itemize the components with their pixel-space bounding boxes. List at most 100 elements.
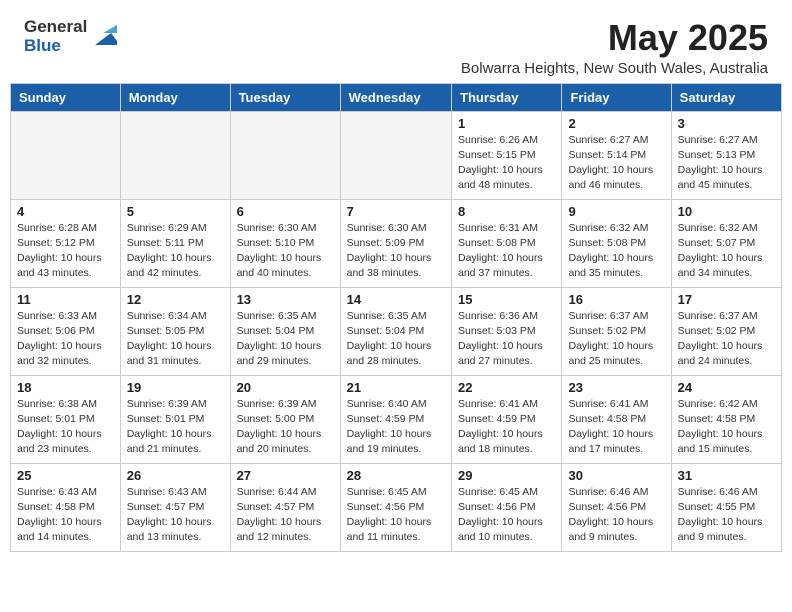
logo-blue-text: Blue xyxy=(24,37,87,56)
calendar-day-cell: 30 Sunrise: 6:46 AMSunset: 4:56 PMDayligh… xyxy=(562,463,671,551)
calendar-day-cell: 26 Sunrise: 6:43 AMSunset: 4:57 PMDayligh… xyxy=(120,463,230,551)
day-number: 22 xyxy=(458,380,555,395)
day-info: Sunrise: 6:39 AMSunset: 5:00 PMDaylight:… xyxy=(237,397,334,458)
day-number: 16 xyxy=(568,292,664,307)
calendar-week-row: 25 Sunrise: 6:43 AMSunset: 4:58 PMDayligh… xyxy=(11,463,782,551)
day-info: Sunrise: 6:46 AMSunset: 4:56 PMDaylight:… xyxy=(568,485,664,546)
day-info: Sunrise: 6:28 AMSunset: 5:12 PMDaylight:… xyxy=(17,221,114,282)
calendar-day-cell: 8 Sunrise: 6:31 AMSunset: 5:08 PMDaylight… xyxy=(452,199,562,287)
day-of-week-header: Tuesday xyxy=(230,83,340,111)
calendar-week-row: 1Sunrise: 6:26 AMSunset: 5:15 PMDaylight… xyxy=(11,111,782,199)
day-info: Sunrise: 6:43 AMSunset: 4:58 PMDaylight:… xyxy=(17,485,114,546)
day-number: 17 xyxy=(678,292,775,307)
day-of-week-header: Thursday xyxy=(452,83,562,111)
calendar-day-cell: 13 Sunrise: 6:35 AMSunset: 5:04 PMDayligh… xyxy=(230,287,340,375)
calendar-day-cell: 29 Sunrise: 6:45 AMSunset: 4:56 PMDayligh… xyxy=(452,463,562,551)
day-number: 7 xyxy=(347,204,445,219)
day-info: Sunrise: 6:42 AMSunset: 4:58 PMDaylight:… xyxy=(678,397,775,458)
calendar-week-row: 18 Sunrise: 6:38 AMSunset: 5:01 PMDayligh… xyxy=(11,375,782,463)
calendar-day-cell: 3 Sunrise: 6:27 AMSunset: 5:13 PMDaylight… xyxy=(671,111,781,199)
calendar-day-cell: 11Sunrise: 6:33 AMSunset: 5:06 PMDayligh… xyxy=(11,287,121,375)
day-info: Sunrise: 6:27 AMSunset: 5:14 PMDaylight:… xyxy=(568,133,664,194)
calendar-wrapper: SundayMondayTuesdayWednesdayThursdayFrid… xyxy=(0,83,792,562)
day-info: Sunrise: 6:35 AMSunset: 5:04 PMDaylight:… xyxy=(347,309,445,370)
day-number: 30 xyxy=(568,468,664,483)
day-number: 5 xyxy=(127,204,224,219)
day-number: 3 xyxy=(678,116,775,131)
calendar-day-cell: 14 Sunrise: 6:35 AMSunset: 5:04 PMDayligh… xyxy=(340,287,451,375)
logo-general-text: General xyxy=(24,18,87,37)
calendar-day-cell xyxy=(120,111,230,199)
day-info: Sunrise: 6:44 AMSunset: 4:57 PMDaylight:… xyxy=(237,485,334,546)
calendar-day-cell: 6Sunrise: 6:30 AMSunset: 5:10 PMDaylight… xyxy=(230,199,340,287)
day-of-week-header: Saturday xyxy=(671,83,781,111)
calendar-day-cell: 23 Sunrise: 6:41 AMSunset: 4:58 PMDayligh… xyxy=(562,375,671,463)
calendar-day-cell: 25 Sunrise: 6:43 AMSunset: 4:58 PMDayligh… xyxy=(11,463,121,551)
day-info: Sunrise: 6:46 AMSunset: 4:55 PMDaylight:… xyxy=(678,485,775,546)
day-info: Sunrise: 6:32 AMSunset: 5:07 PMDaylight:… xyxy=(678,221,775,282)
day-info: Sunrise: 6:32 AMSunset: 5:08 PMDaylight:… xyxy=(568,221,664,282)
day-number: 12 xyxy=(127,292,224,307)
calendar-day-cell: 9 Sunrise: 6:32 AMSunset: 5:08 PMDaylight… xyxy=(562,199,671,287)
day-number: 4 xyxy=(17,204,114,219)
calendar-day-cell: 24Sunrise: 6:42 AMSunset: 4:58 PMDayligh… xyxy=(671,375,781,463)
day-number: 11 xyxy=(17,292,114,307)
month-year: May 2025 xyxy=(461,18,768,58)
calendar-day-cell: 5 Sunrise: 6:29 AMSunset: 5:11 PMDaylight… xyxy=(120,199,230,287)
day-info: Sunrise: 6:37 AMSunset: 5:02 PMDaylight:… xyxy=(678,309,775,370)
day-info: Sunrise: 6:43 AMSunset: 4:57 PMDaylight:… xyxy=(127,485,224,546)
calendar-day-cell: 28Sunrise: 6:45 AMSunset: 4:56 PMDayligh… xyxy=(340,463,451,551)
day-info: Sunrise: 6:41 AMSunset: 4:58 PMDaylight:… xyxy=(568,397,664,458)
calendar-week-row: 4 Sunrise: 6:28 AMSunset: 5:12 PMDaylight… xyxy=(11,199,782,287)
day-number: 2 xyxy=(568,116,664,131)
day-number: 19 xyxy=(127,380,224,395)
calendar-day-cell xyxy=(11,111,121,199)
calendar-day-cell: 10 Sunrise: 6:32 AMSunset: 5:07 PMDayligh… xyxy=(671,199,781,287)
day-number: 26 xyxy=(127,468,224,483)
day-info: Sunrise: 6:29 AMSunset: 5:11 PMDaylight:… xyxy=(127,221,224,282)
day-number: 20 xyxy=(237,380,334,395)
day-number: 27 xyxy=(237,468,334,483)
page-header: General Blue May 2025 Bolwarra Heights, … xyxy=(0,0,792,83)
day-info: Sunrise: 6:30 AMSunset: 5:09 PMDaylight:… xyxy=(347,221,445,282)
day-info: Sunrise: 6:45 AMSunset: 4:56 PMDaylight:… xyxy=(458,485,555,546)
day-number: 9 xyxy=(568,204,664,219)
day-info: Sunrise: 6:40 AMSunset: 4:59 PMDaylight:… xyxy=(347,397,445,458)
day-number: 25 xyxy=(17,468,114,483)
day-of-week-header: Friday xyxy=(562,83,671,111)
day-info: Sunrise: 6:30 AMSunset: 5:10 PMDaylight:… xyxy=(237,221,334,282)
day-number: 15 xyxy=(458,292,555,307)
day-of-week-header: Sunday xyxy=(11,83,121,111)
calendar-day-cell: 20 Sunrise: 6:39 AMSunset: 5:00 PMDayligh… xyxy=(230,375,340,463)
day-number: 10 xyxy=(678,204,775,219)
calendar-day-cell: 16Sunrise: 6:37 AMSunset: 5:02 PMDayligh… xyxy=(562,287,671,375)
day-info: Sunrise: 6:34 AMSunset: 5:05 PMDaylight:… xyxy=(127,309,224,370)
day-number: 1 xyxy=(458,116,555,131)
calendar-day-cell: 27 Sunrise: 6:44 AMSunset: 4:57 PMDayligh… xyxy=(230,463,340,551)
day-info: Sunrise: 6:39 AMSunset: 5:01 PMDaylight:… xyxy=(127,397,224,458)
day-info: Sunrise: 6:27 AMSunset: 5:13 PMDaylight:… xyxy=(678,133,775,194)
day-number: 13 xyxy=(237,292,334,307)
logo: General Blue xyxy=(24,18,117,55)
day-info: Sunrise: 6:31 AMSunset: 5:08 PMDaylight:… xyxy=(458,221,555,282)
title-block: May 2025 Bolwarra Heights, New South Wal… xyxy=(461,18,768,77)
calendar-day-cell: 19 Sunrise: 6:39 AMSunset: 5:01 PMDayligh… xyxy=(120,375,230,463)
logo-icon xyxy=(89,23,117,51)
day-number: 14 xyxy=(347,292,445,307)
day-number: 29 xyxy=(458,468,555,483)
day-of-week-header: Wednesday xyxy=(340,83,451,111)
calendar-day-cell: 17 Sunrise: 6:37 AMSunset: 5:02 PMDayligh… xyxy=(671,287,781,375)
day-info: Sunrise: 6:38 AMSunset: 5:01 PMDaylight:… xyxy=(17,397,114,458)
day-number: 8 xyxy=(458,204,555,219)
day-number: 18 xyxy=(17,380,114,395)
calendar-day-cell: 18 Sunrise: 6:38 AMSunset: 5:01 PMDayligh… xyxy=(11,375,121,463)
day-number: 21 xyxy=(347,380,445,395)
calendar-table: SundayMondayTuesdayWednesdayThursdayFrid… xyxy=(10,83,782,552)
day-number: 23 xyxy=(568,380,664,395)
calendar-day-cell xyxy=(230,111,340,199)
day-info: Sunrise: 6:35 AMSunset: 5:04 PMDaylight:… xyxy=(237,309,334,370)
day-info: Sunrise: 6:41 AMSunset: 4:59 PMDaylight:… xyxy=(458,397,555,458)
location: Bolwarra Heights, New South Wales, Austr… xyxy=(461,60,768,77)
day-of-week-header: Monday xyxy=(120,83,230,111)
calendar-day-cell: 22 Sunrise: 6:41 AMSunset: 4:59 PMDayligh… xyxy=(452,375,562,463)
